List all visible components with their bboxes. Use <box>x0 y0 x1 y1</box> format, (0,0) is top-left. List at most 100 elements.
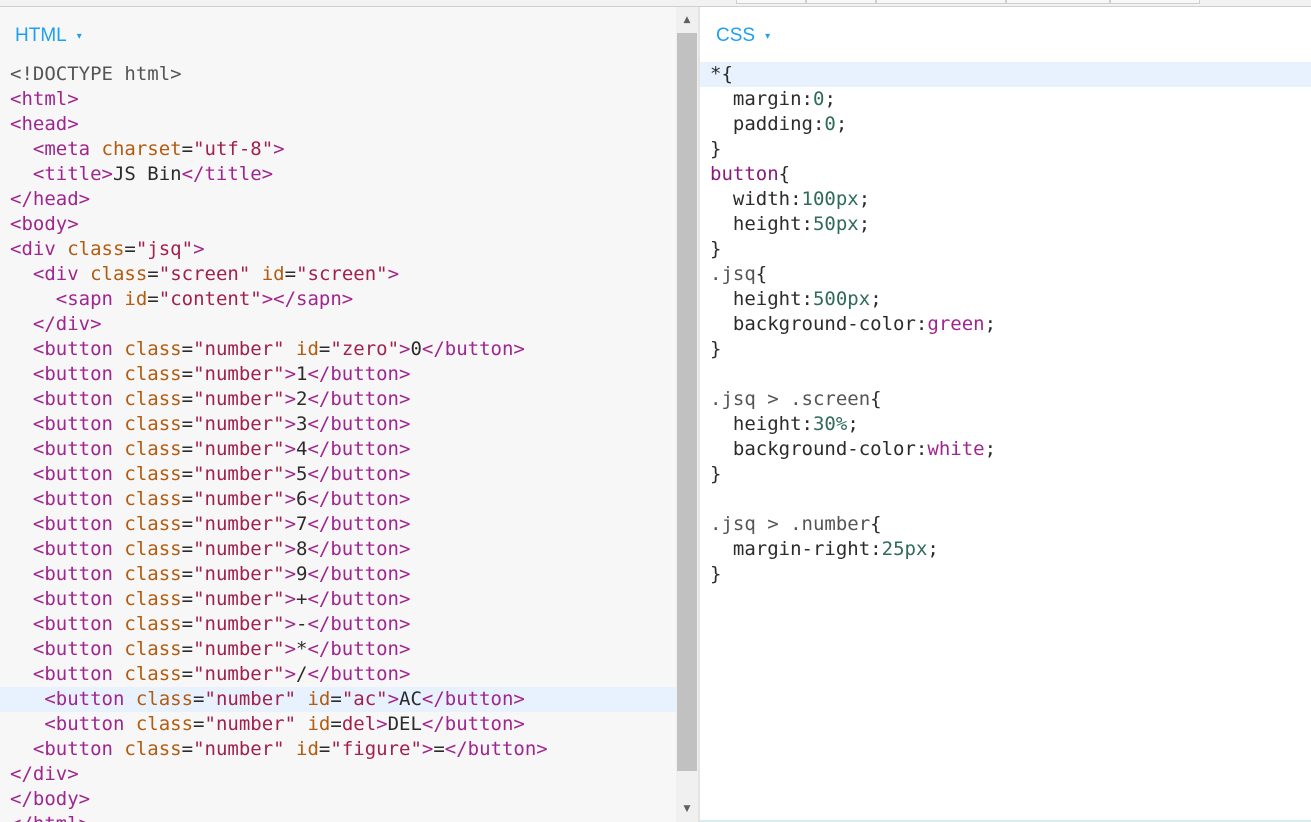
code-line[interactable]: <button class="number">4</button> <box>0 437 676 462</box>
css-panel-label[interactable]: CSS ▾ <box>716 25 770 47</box>
code-line[interactable]: <sapn id="content"></sapn> <box>0 287 676 312</box>
code-line[interactable]: padding:0; <box>700 112 1311 137</box>
code-line[interactable]: <button class="number">7</button> <box>0 512 676 537</box>
scroll-down-arrow-icon[interactable]: ▼ <box>676 800 698 818</box>
code-token: > <box>284 563 297 585</box>
code-line[interactable]: <!DOCTYPE html> <box>0 62 676 87</box>
code-line[interactable]: <button class="number">*</button> <box>0 637 676 662</box>
code-line[interactable]: .jsq > .number{ <box>700 512 1311 537</box>
code-line[interactable]: </head> <box>0 187 676 212</box>
code-line[interactable]: <head> <box>0 112 676 137</box>
html-editor-panel[interactable]: HTML ▾ <!DOCTYPE html> <html> <head> <meta … <box>0 7 676 822</box>
code-line[interactable]: <title>JS Bin</title> <box>0 162 676 187</box>
code-line[interactable]: <button class="number">9</button> <box>0 562 676 587</box>
code-line[interactable]: *{ <box>700 62 1311 87</box>
code-token: class <box>124 538 182 560</box>
code-line[interactable]: </div> <box>0 312 676 337</box>
code-token: 0 <box>410 338 422 360</box>
code-token: background-color <box>732 438 916 460</box>
code-line[interactable]: width:100px; <box>700 187 1311 212</box>
code-line[interactable]: <button class="number">5</button> <box>0 462 676 487</box>
code-line[interactable]: .jsq > .screen{ <box>700 387 1311 412</box>
code-line[interactable]: <button class="number">-</button> <box>0 612 676 637</box>
code-line[interactable]: <button class="number">3</button> <box>0 412 676 437</box>
toolbar-tab-edge[interactable] <box>1006 0 1110 4</box>
html-panel-label[interactable]: HTML ▾ <box>15 25 82 47</box>
code-token: class <box>124 738 182 760</box>
code-line[interactable]: <body> <box>0 212 676 237</box>
code-token: <meta <box>32 138 102 160</box>
code-line[interactable]: height:30%; <box>700 412 1311 437</box>
code-line[interactable]: <div class="jsq"> <box>0 237 676 262</box>
code-line[interactable]: <meta charset="utf-8"> <box>0 137 676 162</box>
code-line[interactable]: margin-right:25px; <box>700 537 1311 562</box>
code-line[interactable]: </body> <box>0 787 676 812</box>
code-line[interactable] <box>700 362 1311 387</box>
scroll-thumb[interactable] <box>677 33 697 771</box>
html-scrollbar[interactable]: ▲ ▼ <box>676 7 700 822</box>
code-line[interactable]: } <box>700 562 1311 587</box>
code-line[interactable]: } <box>700 462 1311 487</box>
code-token: "number" <box>193 438 285 460</box>
code-token: > <box>387 263 400 285</box>
code-line[interactable]: <button class="number">6</button> <box>0 487 676 512</box>
code-token: = <box>181 463 194 485</box>
code-line[interactable]: background-color:green; <box>700 312 1311 337</box>
code-line[interactable]: </div> <box>0 762 676 787</box>
code-line[interactable]: <button class="number">2</button> <box>0 387 676 412</box>
code-token: class <box>124 488 182 510</box>
code-token: height <box>732 413 802 435</box>
code-line[interactable]: button{ <box>700 162 1311 187</box>
html-code-area[interactable]: <!DOCTYPE html> <html> <head> <meta charse… <box>0 62 676 822</box>
code-line[interactable]: <button class="number">+</button> <box>0 587 676 612</box>
chevron-down-icon[interactable]: ▾ <box>77 31 82 42</box>
code-token: 7 <box>296 513 308 535</box>
code-line[interactable]: } <box>700 337 1311 362</box>
code-line[interactable]: <button class="number">1</button> <box>0 362 676 387</box>
code-token: class <box>124 338 182 360</box>
code-token: </div> <box>32 313 102 335</box>
code-token: "figure" <box>330 738 422 760</box>
code-line[interactable]: height:50px; <box>700 212 1311 237</box>
css-editor-panel[interactable]: CSS ▾ *{ margin:0; padding:0;} button{ wid… <box>700 7 1311 822</box>
chevron-down-icon[interactable]: ▾ <box>765 31 770 42</box>
code-line[interactable]: margin:0; <box>700 87 1311 112</box>
code-line[interactable]: <div class="screen" id="screen"> <box>0 262 676 287</box>
code-line[interactable]: <button class="number" id="ac">AC</butto… <box>0 687 676 712</box>
toolbar-tab-edge[interactable] <box>1110 0 1200 4</box>
code-line[interactable]: } <box>700 137 1311 162</box>
code-token: = <box>181 538 194 560</box>
toolbar-tab-edge[interactable] <box>806 0 876 4</box>
code-line[interactable]: <button class="number" id="figure">=</bu… <box>0 737 676 762</box>
scroll-up-arrow-icon[interactable]: ▲ <box>676 11 698 29</box>
css-code-area[interactable]: *{ margin:0; padding:0;} button{ width:10… <box>700 62 1311 587</box>
code-token: id <box>124 288 148 310</box>
code-line[interactable]: <button class="number" id="zero">0</butt… <box>0 337 676 362</box>
code-line[interactable]: <button class="number" id=del>DEL</butto… <box>0 712 676 737</box>
code-line[interactable]: } <box>700 237 1311 262</box>
code-token: "number" <box>193 338 285 360</box>
code-token: <button <box>32 463 125 485</box>
code-line[interactable]: <button class="number">/</button> <box>0 662 676 687</box>
toolbar-tab-edge[interactable] <box>736 0 806 4</box>
code-line[interactable]: height:500px; <box>700 287 1311 312</box>
code-token: "number" <box>193 613 285 635</box>
code-line[interactable]: background-color:white; <box>700 437 1311 462</box>
code-line[interactable]: <html> <box>0 87 676 112</box>
code-line[interactable] <box>700 487 1311 512</box>
code-line[interactable]: </html> <box>0 812 676 822</box>
code-token: = <box>181 363 194 385</box>
code-token: id <box>261 263 285 285</box>
code-line[interactable]: <button class="number">8</button> <box>0 537 676 562</box>
code-line[interactable]: .jsq{ <box>700 262 1311 287</box>
toolbar-tab-edge[interactable] <box>876 0 1006 4</box>
